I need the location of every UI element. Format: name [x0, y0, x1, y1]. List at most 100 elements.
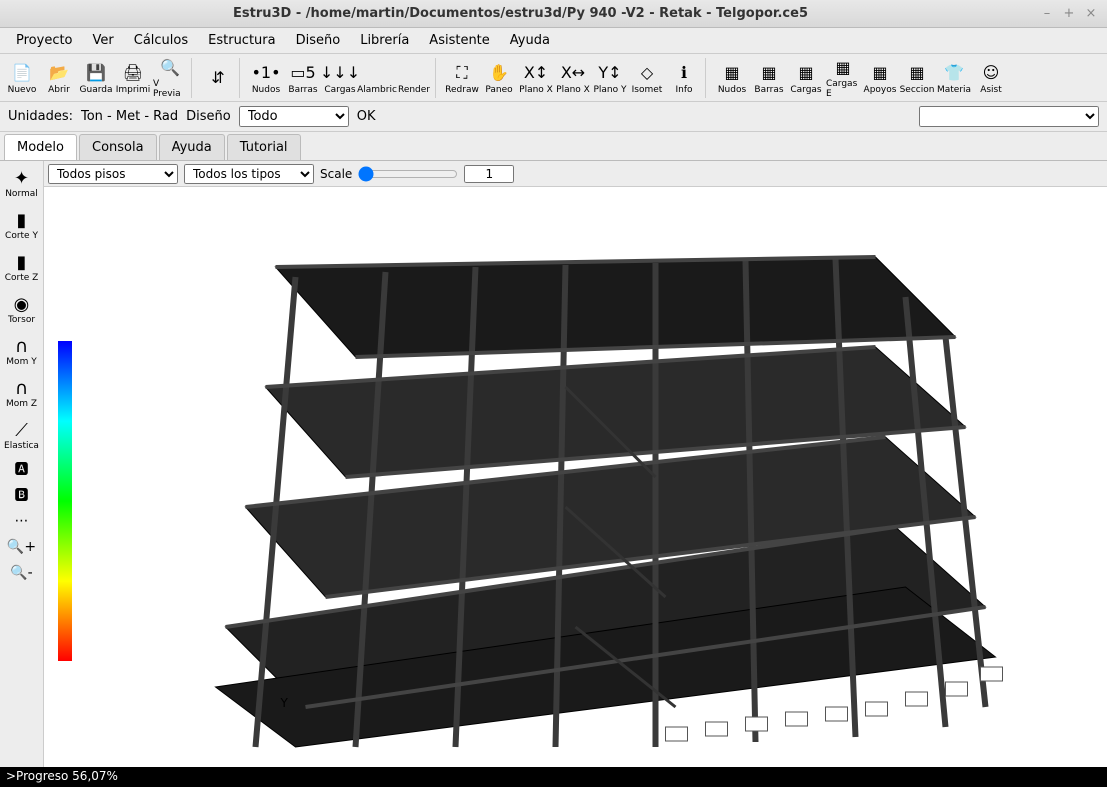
Imprimi-icon: 🖨	[121, 61, 145, 85]
side2-btn-0[interactable]: 🅰	[7, 457, 37, 481]
side-elastica[interactable]: ⟋Elastica	[2, 415, 42, 455]
Cargas-icon: ▦	[794, 61, 818, 85]
menu-proyecto[interactable]: Proyecto	[6, 29, 83, 52]
status-bar: >Progreso 56,07%	[0, 767, 1107, 787]
tb-cargas[interactable]: ↓↓↓Cargas	[322, 56, 358, 100]
tb-plano x[interactable]: X↕Plano X	[518, 56, 554, 100]
viewport-3d[interactable]: Todos pisos Todos los tipos Scale	[44, 161, 1107, 767]
tb-plano y[interactable]: Y↕Plano Y	[592, 56, 628, 100]
tb-barras[interactable]: ▦Barras	[751, 56, 787, 100]
Mom Y-icon: ∩	[15, 336, 28, 357]
side-corte-z[interactable]: ▮Corte Z	[2, 247, 42, 287]
Plano X-icon: X↕	[524, 61, 548, 85]
tb-nudos[interactable]: •1•Nudos	[248, 56, 284, 100]
tb-abrir[interactable]: 📂Abrir	[41, 56, 77, 100]
menu-estructura[interactable]: Estructura	[198, 29, 285, 52]
side2-btn-3[interactable]: 🔍+	[7, 535, 37, 559]
menu-ayuda[interactable]: Ayuda	[500, 29, 560, 52]
tb-cargas[interactable]: ▦Cargas	[788, 56, 824, 100]
Elastica-icon: ⟋	[15, 420, 28, 441]
tb-seccion[interactable]: ▦Seccion	[899, 56, 935, 100]
menu-librería[interactable]: Librería	[350, 29, 419, 52]
Info-icon: ℹ	[672, 61, 696, 85]
ok-label: OK	[357, 109, 376, 124]
tb-v previa[interactable]: 🔍V Previa	[152, 56, 188, 100]
titlebar: Estru3D - /home/martin/Documentos/estru3…	[0, 0, 1107, 28]
Plano X-icon: X↔	[561, 61, 585, 85]
color-gradient-legend	[58, 341, 72, 661]
scale-value[interactable]	[464, 165, 514, 183]
Cargas-icon: ↓↓↓	[328, 61, 352, 85]
Cargas E-icon: ▦	[831, 57, 855, 79]
close-icon[interactable]: ×	[1083, 6, 1099, 22]
tab-consola[interactable]: Consola	[79, 134, 157, 160]
tabbar: ModeloConsolaAyudaTutorial	[0, 132, 1107, 160]
tb-paneo[interactable]: ✋Paneo	[481, 56, 517, 100]
tb-guarda[interactable]: 💾Guarda	[78, 56, 114, 100]
tb-info[interactable]: ℹInfo	[666, 56, 702, 100]
menu-cálculos[interactable]: Cálculos	[124, 29, 198, 52]
tab-modelo[interactable]: Modelo	[4, 134, 77, 160]
scale-label: Scale	[320, 167, 352, 181]
Torsor-icon: ◉	[14, 294, 30, 315]
tb-isomet[interactable]: ◇Isomet	[629, 56, 665, 100]
tb-btn[interactable]: ⇵	[200, 56, 236, 100]
tb-imprimi[interactable]: 🖨Imprimi	[115, 56, 151, 100]
Nudos-icon: ▦	[720, 61, 744, 85]
Apoyos-icon: ▦	[868, 61, 892, 85]
Materia-icon: 👕	[942, 61, 966, 85]
Alambric-icon	[365, 61, 389, 85]
workarea: ✦Normal▮Corte Y▮Corte Z◉Torsor∩Mom Y∩Mom…	[0, 160, 1107, 767]
tb-render[interactable]: Render	[396, 56, 432, 100]
scale-slider[interactable]	[358, 166, 458, 182]
render-canvas[interactable]: Y	[44, 187, 1107, 767]
side-toolbar: ✦Normal▮Corte Y▮Corte Z◉Torsor∩Mom Y∩Mom…	[0, 161, 44, 767]
tb-asist[interactable]: ☺Asist	[973, 56, 1009, 100]
side2-btn-4[interactable]: 🔍-	[7, 561, 37, 585]
Isomet-icon: ◇	[635, 61, 659, 85]
tb-alambric[interactable]: Alambric	[359, 56, 395, 100]
Plano Y-icon: Y↕	[598, 61, 622, 85]
tab-ayuda[interactable]: Ayuda	[159, 134, 225, 160]
menu-diseño[interactable]: Diseño	[286, 29, 351, 52]
tb-nuevo[interactable]: 📄Nuevo	[4, 56, 40, 100]
Asist-icon: ☺	[979, 61, 1003, 85]
window-title: Estru3D - /home/martin/Documentos/estru3…	[8, 6, 1033, 21]
tb-plano x[interactable]: X↔Plano X	[555, 56, 591, 100]
tab-tutorial[interactable]: Tutorial	[227, 134, 301, 160]
unidades-value: Ton - Met - Rad	[81, 109, 178, 124]
filter-bar: Todos pisos Todos los tipos Scale	[44, 161, 1107, 187]
side-torsor[interactable]: ◉Torsor	[2, 289, 42, 329]
right-select[interactable]	[919, 106, 1099, 127]
side-corte-y[interactable]: ▮Corte Y	[2, 205, 42, 245]
Paneo-icon: ✋	[487, 61, 511, 85]
tool-icon: ⇵	[206, 66, 230, 90]
tb-redraw[interactable]: ⛶Redraw	[444, 56, 480, 100]
Corte Z-icon: ▮	[17, 252, 27, 273]
Mom Z-icon: ∩	[15, 378, 28, 399]
pisos-select[interactable]: Todos pisos	[48, 164, 178, 184]
minimize-icon[interactable]: –	[1039, 6, 1055, 22]
tipos-select[interactable]: Todos los tipos	[184, 164, 314, 184]
Barras-icon: ▦	[757, 61, 781, 85]
tb-apoyos[interactable]: ▦Apoyos	[862, 56, 898, 100]
tb-cargas e[interactable]: ▦Cargas E	[825, 56, 861, 100]
side2-btn-2[interactable]: ⋯	[7, 509, 37, 533]
menu-ver[interactable]: Ver	[83, 29, 124, 52]
side2-btn-1[interactable]: 🅱	[7, 483, 37, 507]
tb-barras[interactable]: ▭5Barras	[285, 56, 321, 100]
menu-asistente[interactable]: Asistente	[419, 29, 499, 52]
main-toolbar: 📄Nuevo📂Abrir💾Guarda🖨Imprimi🔍V Previa ⇵ •1•…	[0, 54, 1107, 102]
Nudos-icon: •1•	[254, 61, 278, 85]
side-normal[interactable]: ✦Normal	[2, 163, 42, 203]
side-mom-y[interactable]: ∩Mom Y	[2, 331, 42, 371]
tb-nudos[interactable]: ▦Nudos	[714, 56, 750, 100]
diseno-select[interactable]: Todo	[239, 106, 349, 127]
Guarda-icon: 💾	[84, 61, 108, 85]
building-model: Y	[44, 187, 1107, 767]
axis-y-label: Y	[280, 696, 289, 710]
side-mom-z[interactable]: ∩Mom Z	[2, 373, 42, 413]
tb-materia[interactable]: 👕Materia	[936, 56, 972, 100]
maximize-icon[interactable]: +	[1061, 6, 1077, 22]
status-text: >Progreso 56,07%	[6, 769, 118, 783]
